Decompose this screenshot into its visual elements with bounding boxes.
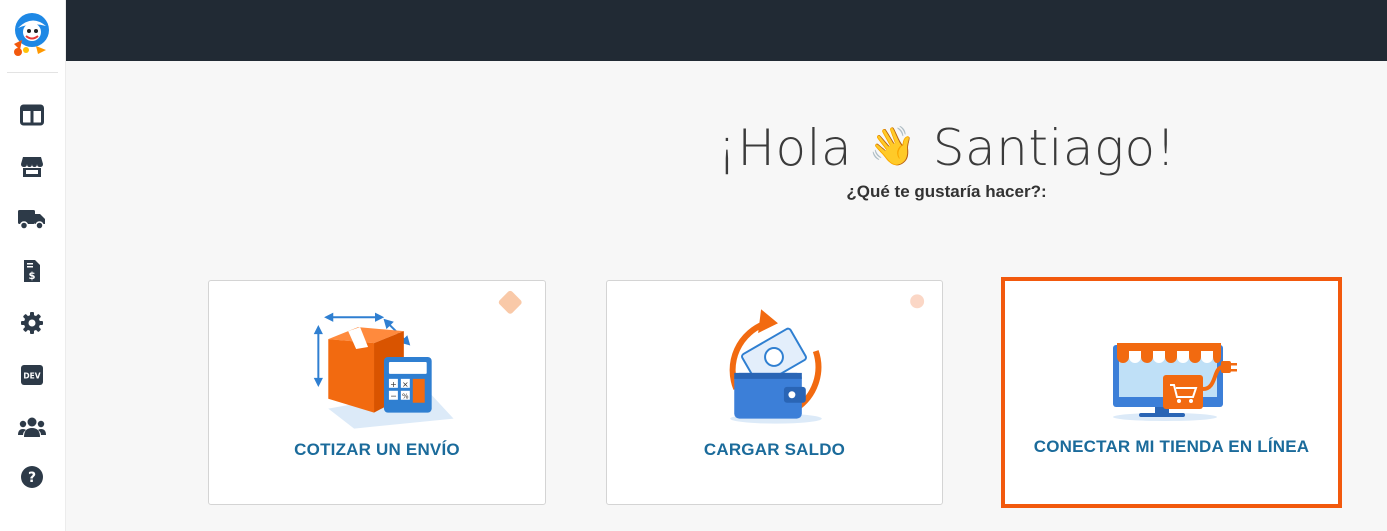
svg-text:+: + xyxy=(390,380,397,389)
quote-shipment-card[interactable]: + × − % COTIZAR UN ENVÍO xyxy=(208,280,546,505)
gear-icon xyxy=(21,312,43,334)
svg-text:−: − xyxy=(390,392,397,401)
users-group-icon xyxy=(18,417,46,437)
svg-text:?: ? xyxy=(28,470,36,486)
brand-logo-icon[interactable] xyxy=(6,8,54,58)
page-subtitle: ¿Qué te gustaría hacer?: xyxy=(846,182,1047,201)
dashboard-columns-icon xyxy=(20,104,44,126)
box-calculator-icon: + × − % xyxy=(313,290,522,429)
sidebar-item-help[interactable]: ? xyxy=(17,462,47,492)
top-navbar xyxy=(66,0,1387,61)
sidebar-item-shipments[interactable] xyxy=(17,204,47,234)
sidebar-item-dashboard[interactable] xyxy=(17,100,47,130)
invoice-dollar-icon: $ xyxy=(24,260,40,282)
add-balance-label: CARGAR SALDO xyxy=(703,440,846,459)
question-circle-icon: ? xyxy=(21,466,43,488)
greeting-name: Santiago! xyxy=(932,119,1177,177)
add-balance-card[interactable]: CARGAR SALDO xyxy=(606,280,943,505)
quote-shipment-label: COTIZAR UN ENVÍO xyxy=(294,440,460,459)
svg-text:%: % xyxy=(402,393,409,401)
page-title: ¡Hola 👋 Santiago! xyxy=(66,110,1387,184)
sidebar-item-stores[interactable] xyxy=(17,152,47,182)
waving-hand-icon: 👋 xyxy=(868,124,917,168)
sidebar-item-settings[interactable] xyxy=(17,308,47,338)
store-icon xyxy=(21,157,43,177)
dev-badge-icon: DEV xyxy=(21,365,43,385)
sidebar-divider xyxy=(7,72,58,73)
sidebar-item-team[interactable] xyxy=(17,412,47,442)
wallet-refresh-icon xyxy=(729,294,925,424)
main-content: ¡Hola 👋 Santiago! ¿Qué te gustaría hacer… xyxy=(66,61,1387,531)
sidebar-item-billing[interactable]: $ xyxy=(17,256,47,286)
connect-store-card[interactable]: CONECTAR MI TIENDA EN LÍNEA xyxy=(1001,277,1342,508)
online-store-plug-icon xyxy=(1113,343,1237,421)
sidebar: $ DEV ? xyxy=(0,0,66,531)
dev-badge-label: DEV xyxy=(23,372,40,381)
greeting-prefix: ¡Hola xyxy=(716,119,853,177)
sidebar-item-developers[interactable]: DEV xyxy=(17,360,47,390)
svg-text:×: × xyxy=(402,380,409,389)
svg-text:$: $ xyxy=(29,271,36,282)
truck-icon xyxy=(18,210,45,230)
connect-store-label: CONECTAR MI TIENDA EN LÍNEA xyxy=(1033,437,1310,456)
